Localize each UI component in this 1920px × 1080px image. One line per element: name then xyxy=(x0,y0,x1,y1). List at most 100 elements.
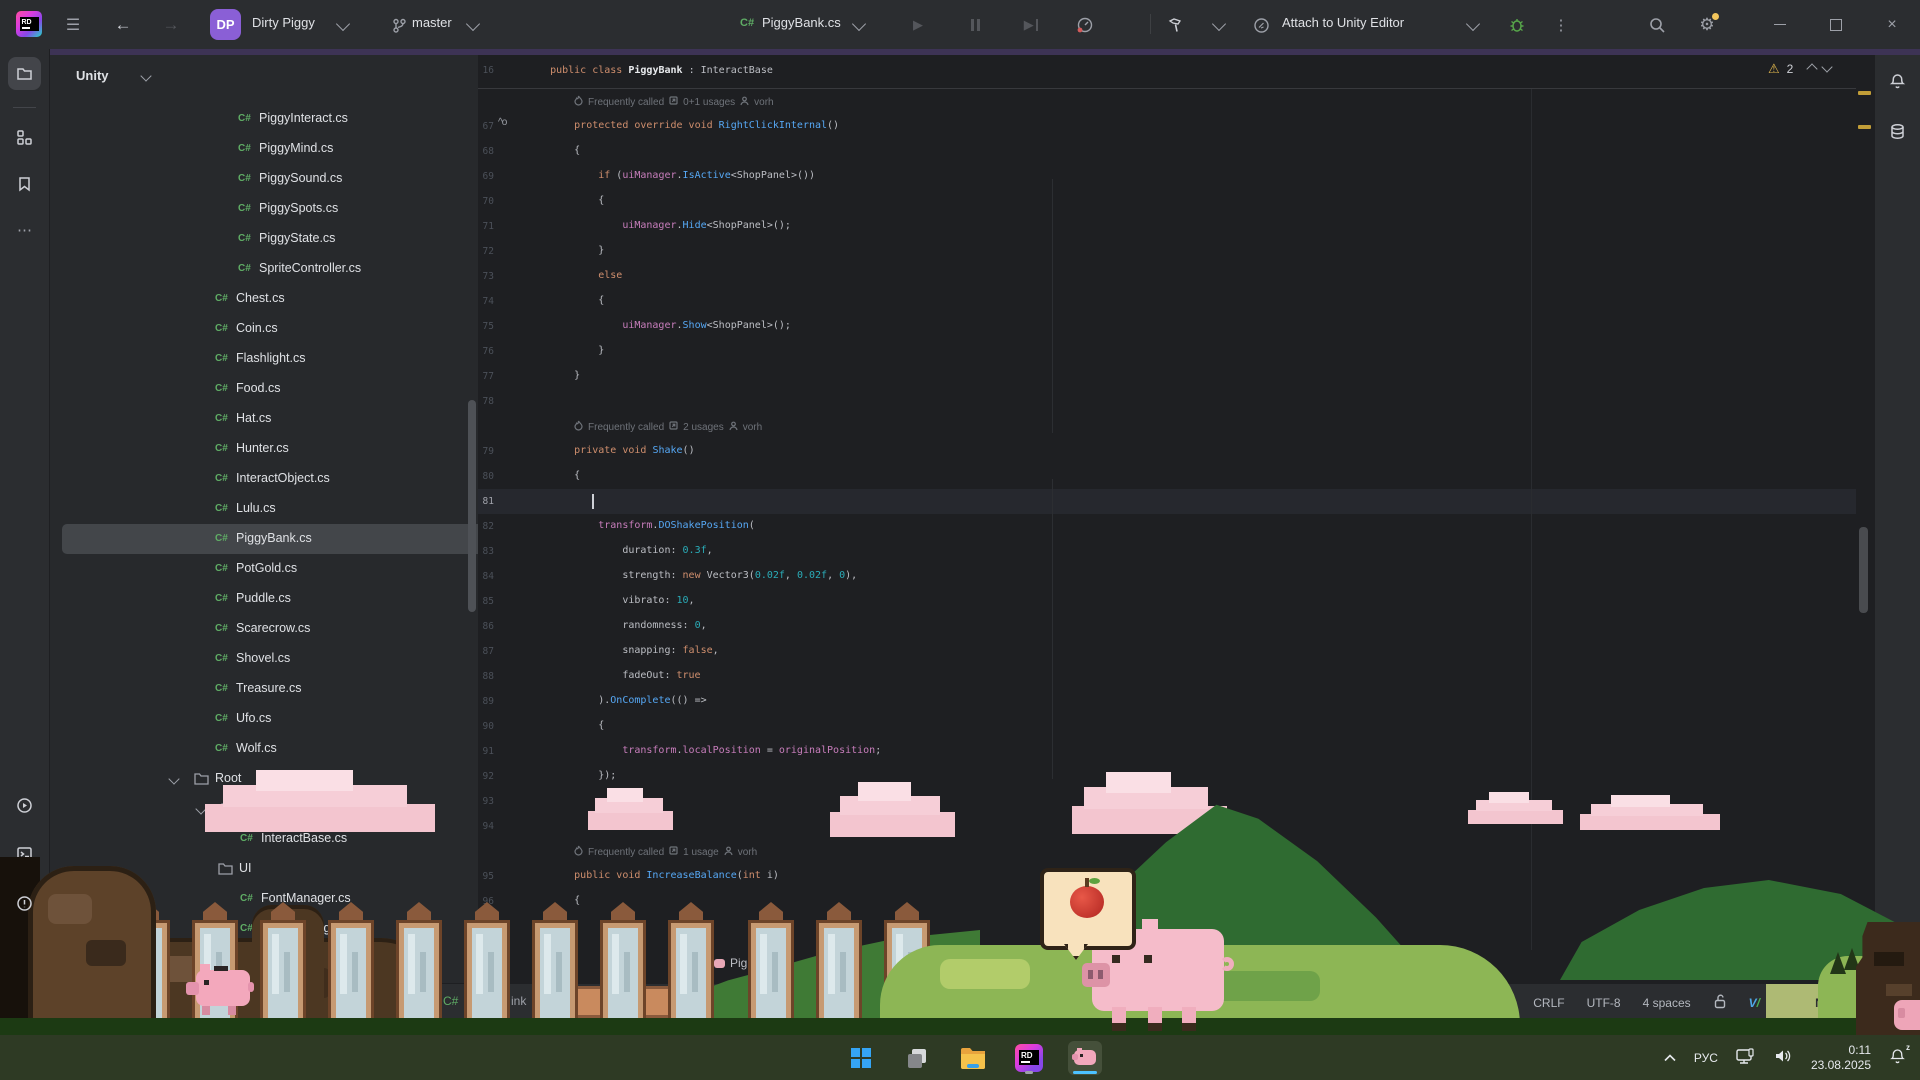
vim-icon[interactable]: V/ xyxy=(1749,996,1760,1010)
run-config-name[interactable]: Attach to Unity Editor xyxy=(1282,15,1404,30)
hint-usages-icon xyxy=(669,421,678,433)
hint-usages: 2 usages xyxy=(683,422,724,433)
line-number: 72 xyxy=(478,246,494,257)
clock[interactable]: 0:11 23.08.2025 xyxy=(1811,1043,1871,1073)
pixel-cloud xyxy=(1580,795,1720,830)
start-button[interactable] xyxy=(844,1041,878,1075)
csharp-file-icon: C# xyxy=(215,413,228,424)
branch-name[interactable]: master xyxy=(412,15,452,30)
panel-title[interactable]: Unity xyxy=(76,68,109,83)
code-text: else xyxy=(598,270,622,281)
tree-item[interactable]: C#Shovel.cs xyxy=(56,644,518,674)
tree-item[interactable]: C#Puddle.cs xyxy=(56,584,518,614)
tree-item[interactable]: C#Treasure.cs xyxy=(56,674,518,704)
tree-item[interactable]: C#Hat.cs xyxy=(56,404,518,434)
code-line: 85vibrato: 10, xyxy=(478,589,1856,614)
tree-item[interactable]: C#Ufo.cs xyxy=(56,704,518,734)
volume-icon[interactable] xyxy=(1774,1048,1793,1067)
pause-icon[interactable] xyxy=(962,12,988,38)
tree-item[interactable]: C#InteractObject.cs xyxy=(56,464,518,494)
next-warning-icon[interactable] xyxy=(1822,61,1833,72)
tree-item[interactable]: C#Wolf.cs xyxy=(56,734,518,764)
usage-hint[interactable]: Frequently called2 usagesvorh xyxy=(574,420,762,434)
debug-icon[interactable] xyxy=(1504,12,1530,38)
tray-expand-icon[interactable] xyxy=(1664,1051,1676,1065)
task-view-button[interactable] xyxy=(900,1041,934,1075)
settings-gear-icon[interactable]: ⚙ xyxy=(1694,12,1720,38)
back-icon[interactable]: ← xyxy=(110,12,136,38)
nav-breadcrumb-fragment[interactable]: C# xyxy=(443,994,458,1008)
project-name[interactable]: Dirty Piggy xyxy=(252,15,315,30)
tree-item[interactable]: C#SpriteController.cs xyxy=(56,254,518,284)
encoding[interactable]: UTF-8 xyxy=(1587,996,1621,1010)
rider-taskbar-icon[interactable]: RD xyxy=(1012,1041,1046,1075)
file-explorer-button[interactable] xyxy=(956,1041,990,1075)
rider-logo-icon[interactable]: RD xyxy=(16,11,42,37)
build-hammer-icon[interactable] xyxy=(1162,12,1188,38)
more-tools-icon[interactable]: ⋯ xyxy=(8,213,41,246)
fence-post xyxy=(328,902,374,1034)
more-actions-icon[interactable]: ⋮ xyxy=(1548,12,1574,38)
maximize-button[interactable] xyxy=(1808,0,1864,49)
warning-stripe-mark[interactable] xyxy=(1858,91,1871,95)
tree-scrollbar[interactable] xyxy=(468,400,476,612)
search-icon[interactable] xyxy=(1644,12,1670,38)
language-indicator[interactable]: РУС xyxy=(1694,1051,1718,1065)
override-gutter-icon[interactable]: ^o xyxy=(498,117,506,128)
problems-icon[interactable] xyxy=(8,887,41,920)
hint-frequently-called: Frequently called xyxy=(588,847,664,858)
code-text: { xyxy=(598,195,604,206)
editor-scrollbar[interactable] xyxy=(1859,527,1868,613)
notification-bell-icon[interactable]: z xyxy=(1889,1048,1906,1068)
apple-icon xyxy=(1070,886,1104,918)
fence-post xyxy=(748,902,794,1034)
prev-warning-icon[interactable] xyxy=(1807,63,1818,74)
breadcrumb-item[interactable]: Pig xyxy=(730,956,747,970)
run-icon[interactable]: ▶ xyxy=(905,12,931,38)
hint-frequently-called-icon xyxy=(574,420,583,434)
tree-item[interactable]: C#PiggyState.cs xyxy=(56,224,518,254)
tree-item[interactable]: C#PotGold.cs xyxy=(56,554,518,584)
tree-item[interactable]: C#PiggyInteract.cs xyxy=(56,104,518,134)
tree-item[interactable]: C#Food.cs xyxy=(56,374,518,404)
tree-item[interactable]: C#PiggyMind.cs xyxy=(56,134,518,164)
tree-item[interactable]: C#Coin.cs xyxy=(56,314,518,344)
tree-item[interactable]: C#Chest.cs xyxy=(56,284,518,314)
code-line: 78 xyxy=(478,389,1856,414)
line-endings[interactable]: CRLF xyxy=(1533,996,1564,1010)
tree-item[interactable]: C#PiggySound.cs xyxy=(56,164,518,194)
profiler-icon[interactable] xyxy=(1072,12,1098,38)
tree-item[interactable]: C#Hunter.cs xyxy=(56,434,518,464)
forward-icon[interactable]: → xyxy=(158,12,184,38)
build-chevron-icon[interactable] xyxy=(1212,17,1226,31)
minimize-button[interactable] xyxy=(1752,0,1808,49)
database-icon[interactable] xyxy=(1881,115,1914,148)
tree-item[interactable]: C#Flashlight.cs xyxy=(56,344,518,374)
step-icon[interactable]: ▶ xyxy=(1018,12,1044,38)
folder-expand-chevron-icon[interactable] xyxy=(168,773,179,784)
lock-icon[interactable] xyxy=(1713,994,1727,1012)
close-button[interactable]: × xyxy=(1864,0,1920,49)
notifications-bell-icon[interactable] xyxy=(1881,65,1914,98)
usage-hint[interactable]: Frequently called1 usagevorh xyxy=(574,845,757,859)
network-icon[interactable] xyxy=(1736,1048,1756,1068)
tree-item[interactable]: C#PiggySpots.cs xyxy=(56,194,518,224)
warning-stripe-mark[interactable] xyxy=(1858,125,1871,129)
current-file-name[interactable]: PiggyBank.cs xyxy=(762,15,841,30)
project-badge[interactable]: DP xyxy=(210,9,241,40)
bookmarks-icon[interactable] xyxy=(8,167,41,200)
usage-hint[interactable]: Frequently called0+1 usagesvorh xyxy=(574,95,774,109)
services-icon[interactable] xyxy=(8,789,41,822)
code-line: 68{ xyxy=(478,139,1856,164)
nav-breadcrumb-fragment[interactable]: ink xyxy=(511,994,526,1008)
tree-item[interactable]: C#Lulu.cs xyxy=(56,494,518,524)
project-tool-icon[interactable] xyxy=(8,57,41,90)
pig-game-taskbar-icon[interactable] xyxy=(1068,1041,1102,1075)
tree-item[interactable]: C#PiggyBank.cs xyxy=(62,524,512,554)
structure-icon[interactable] xyxy=(8,121,41,154)
unity-explorer-panel: Unity C#PiggyInteract.csC#PiggyMind.csC#… xyxy=(50,55,478,983)
inspection-widget[interactable]: ⚠ 2 xyxy=(1768,61,1831,77)
main-menu-icon[interactable]: ☰ xyxy=(60,12,86,38)
indent-style[interactable]: 4 spaces xyxy=(1643,996,1691,1010)
tree-item[interactable]: C#Scarecrow.cs xyxy=(56,614,518,644)
